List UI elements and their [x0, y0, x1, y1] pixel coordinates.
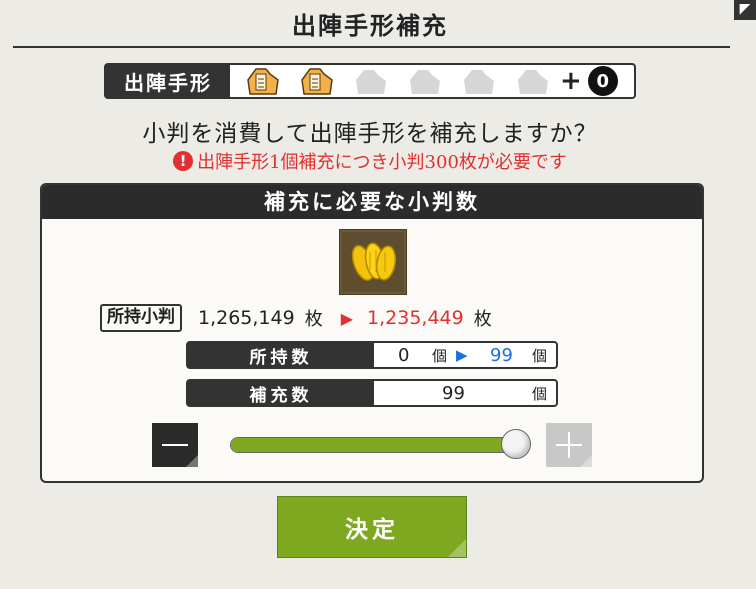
owned-koban-row: 所持小判 1,265,149 枚 ▶ 1,235,449 枚 [100, 303, 492, 333]
warning-text: 出陣手形1個補充につき小判300枚が必要です [197, 152, 567, 173]
slider-fill [231, 438, 529, 452]
owned-count-unit: 個 [432, 346, 448, 365]
minus-icon [162, 444, 188, 446]
refill-panel: 補充に必要な小判数 所持小判 1,265,149 枚 ▶ 1,235,449 枚… [40, 183, 704, 483]
exclamation-icon: ! [173, 151, 194, 171]
confirm-question: 小判を消費して出陣手形を補充しますか？ [142, 121, 598, 147]
decrement-button[interactable] [152, 423, 198, 467]
title-divider [13, 46, 730, 48]
refill-count-row: 補充数 99 個 [186, 379, 558, 407]
refill-slider[interactable] [230, 437, 530, 453]
owned-koban-after: 1,235,449 [367, 307, 464, 329]
pass-token-list [230, 66, 552, 96]
arrow-right-icon: ▶ [456, 346, 468, 364]
pass-label: 出陣手形 [106, 65, 230, 97]
owned-count-after: 99 [490, 344, 513, 366]
refill-slider-area [152, 423, 592, 471]
pass-token-filled-icon [298, 66, 336, 96]
plus-icon: + [560, 66, 582, 96]
cost-warning: ! 出陣手形1個補充につき小判300枚が必要です [0, 148, 740, 174]
pass-token-filled-icon [244, 66, 282, 96]
confirm-button[interactable]: 決定 [277, 496, 467, 558]
panel-title: 補充に必要な小判数 [42, 185, 702, 219]
koban-unit-after: 枚 [473, 309, 492, 330]
extra-pass-count: 0 [587, 66, 618, 96]
pass-status-bar: 出陣手形 + 0 [104, 63, 636, 99]
pass-token-empty-icon [460, 66, 498, 96]
owned-koban-current: 1,265,149 [198, 307, 295, 329]
refill-count-unit: 個 [532, 384, 548, 403]
plus-icon [556, 432, 582, 458]
increment-button[interactable] [546, 423, 592, 467]
koban-gold-coins-icon [339, 229, 407, 295]
refill-count-value: 99 [442, 382, 465, 404]
pass-token-empty-icon [514, 66, 552, 96]
owned-count-label: 所持数 [188, 343, 374, 368]
owned-count-current: 0 [398, 344, 410, 366]
page-title: 出陣手形補充 [292, 11, 448, 40]
koban-unit: 枚 [304, 309, 323, 330]
confirm-label: 決定 [345, 516, 399, 543]
arrow-right-icon: ▶ [340, 308, 354, 328]
refill-count-label: 補充数 [188, 381, 374, 406]
pass-token-empty-icon [352, 66, 390, 96]
owned-count-unit-after: 個 [532, 346, 548, 365]
owned-koban-label: 所持小判 [100, 304, 182, 332]
owned-count-row: 所持数 0 個 ▶ 99 個 [186, 341, 558, 369]
slider-knob[interactable] [501, 429, 531, 459]
pass-token-empty-icon [406, 66, 444, 96]
